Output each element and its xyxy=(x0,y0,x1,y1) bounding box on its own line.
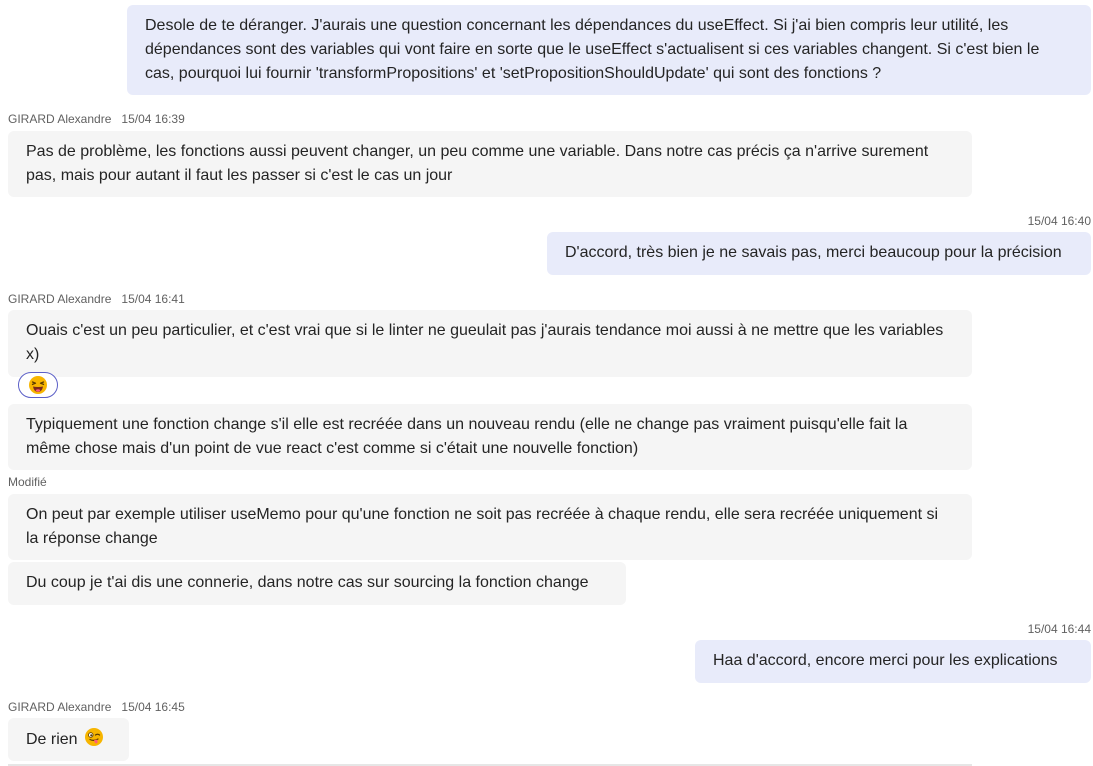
message-incoming[interactable]: Typiquement une fonction change s'il ell… xyxy=(8,404,972,470)
message-outgoing[interactable]: Haa d'accord, encore merci pour les expl… xyxy=(695,640,1091,683)
message-incoming[interactable]: Du coup je t'ai dis une connerie, dans n… xyxy=(8,562,626,605)
message-header: GIRARD Alexandre 15/04 16:45 xyxy=(8,699,185,715)
timestamp: 15/04 16:40 xyxy=(1027,214,1091,228)
timestamp: 15/04 16:45 xyxy=(121,700,185,714)
message-incoming[interactable]: De rien xyxy=(8,718,129,761)
message-header: 15/04 16:44 xyxy=(1028,621,1091,637)
author-name[interactable]: GIRARD Alexandre xyxy=(8,292,111,306)
message-text: D'accord, très bien je ne savais pas, me… xyxy=(565,244,1062,261)
timestamp: 15/04 16:44 xyxy=(1027,622,1091,636)
message-outgoing[interactable]: Desole de te déranger. J'aurais une ques… xyxy=(127,5,1091,95)
winking-tongue-emoji-icon xyxy=(85,728,104,746)
message-header: GIRARD Alexandre 15/04 16:39 xyxy=(8,111,185,127)
author-name[interactable]: GIRARD Alexandre xyxy=(8,112,111,126)
message-incoming[interactable]: Ouais c'est un peu particulier, et c'est… xyxy=(8,310,972,377)
message-incoming[interactable]: On peut par exemple utiliser useMemo pou… xyxy=(8,494,972,560)
message-text: Desole de te déranger. J'aurais une ques… xyxy=(145,17,1040,82)
message-text: On peut par exemple utiliser useMemo pou… xyxy=(26,506,939,547)
message-text: Pas de problème, les fonctions aussi peu… xyxy=(26,143,929,184)
reaction-badge[interactable] xyxy=(18,372,58,398)
message-text: Ouais c'est un peu particulier, et c'est… xyxy=(26,322,944,363)
edited-label: Modifié xyxy=(8,475,47,489)
message-text: De rien xyxy=(26,731,78,748)
author-name[interactable]: GIRARD Alexandre xyxy=(8,700,111,714)
laughing-emoji-icon xyxy=(29,376,47,394)
message-text: Typiquement une fonction change s'il ell… xyxy=(26,416,908,457)
timestamp: 15/04 16:41 xyxy=(121,292,185,306)
message-header: 15/04 16:40 xyxy=(1028,213,1091,229)
message-text: Haa d'accord, encore merci pour les expl… xyxy=(713,652,1058,669)
timestamp: 15/04 16:39 xyxy=(121,112,185,126)
message-outgoing[interactable]: D'accord, très bien je ne savais pas, me… xyxy=(547,232,1091,275)
message-incoming[interactable]: Pas de problème, les fonctions aussi peu… xyxy=(8,131,972,197)
message-text: Du coup je t'ai dis une connerie, dans n… xyxy=(26,574,589,591)
message-header: GIRARD Alexandre 15/04 16:41 xyxy=(8,291,185,307)
